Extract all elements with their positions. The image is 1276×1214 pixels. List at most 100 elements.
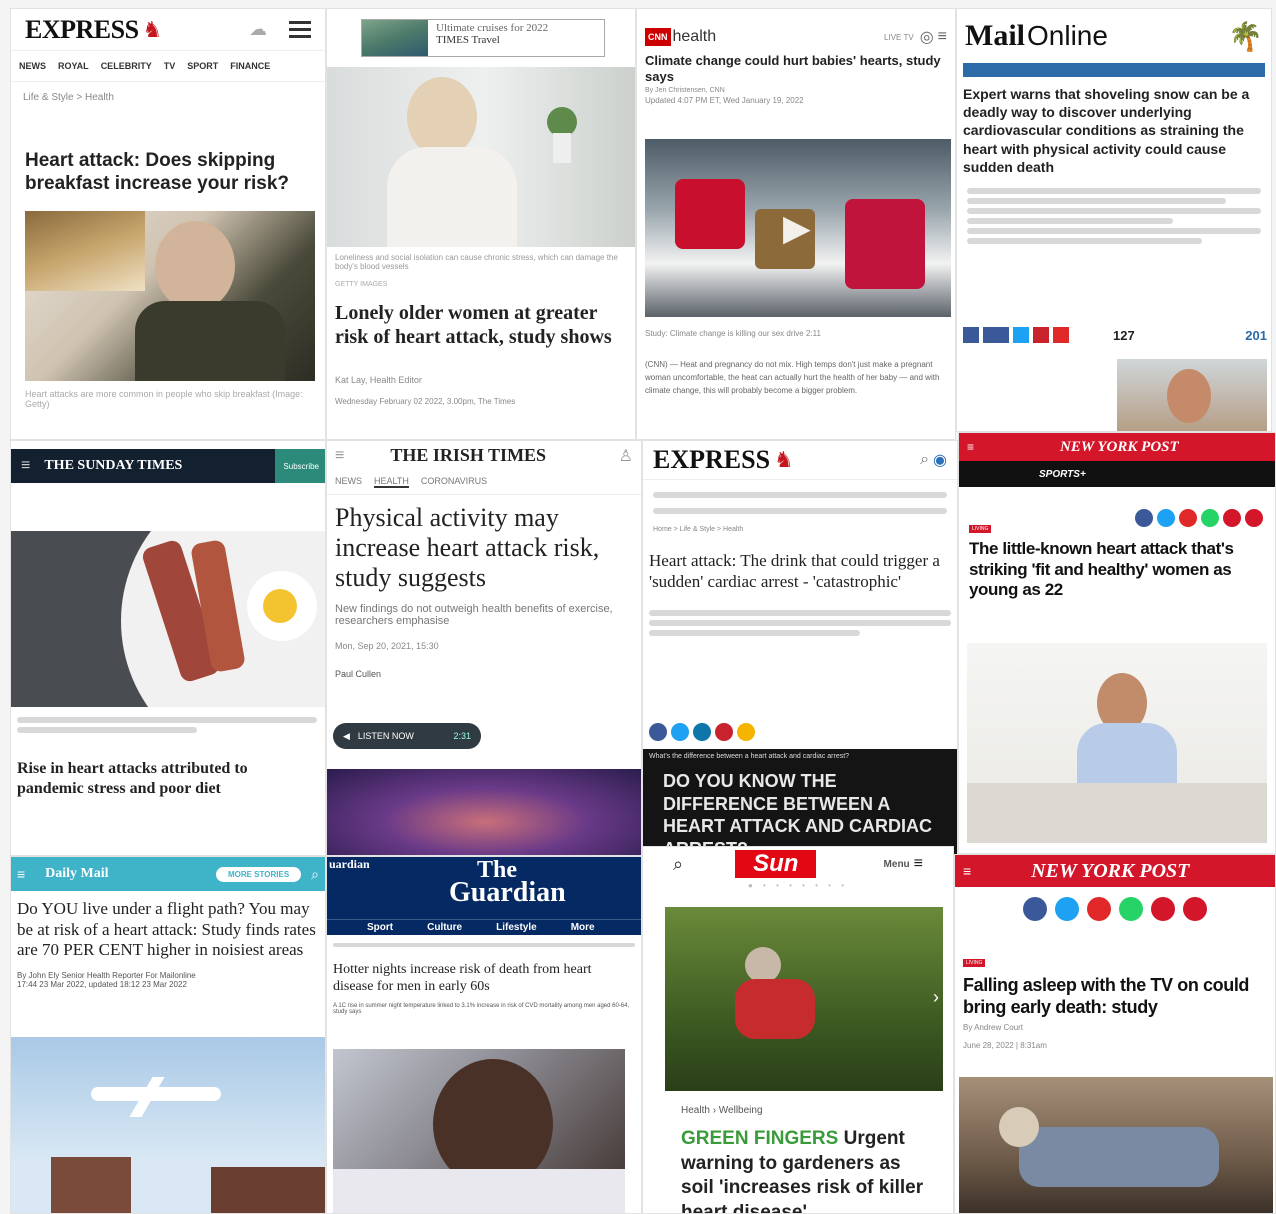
nav-item-news[interactable]: NEWS xyxy=(19,61,46,71)
nav-item-sport[interactable]: SPORT xyxy=(187,61,218,71)
more-stories-button[interactable]: MORE STORIES xyxy=(215,866,302,882)
dailymail-article-tile[interactable]: ≡ Daily Mail MORE STORIES ⌕ Do YOU live … xyxy=(10,856,326,1214)
pinterest-icon[interactable] xyxy=(715,723,733,741)
byline[interactable]: Paul Cullen xyxy=(327,655,641,683)
link-icon[interactable] xyxy=(1183,897,1207,921)
byline[interactable]: By John Ely Senior Health Reporter For M… xyxy=(11,961,325,980)
headline[interactable]: Heart attack: Does skipping breakfast in… xyxy=(25,149,315,195)
nav-item-lifestyle[interactable]: Lifestyle xyxy=(496,922,537,933)
breadcrumb-health[interactable]: Health xyxy=(681,1105,710,1116)
weather-icon[interactable]: ☁ xyxy=(249,19,267,40)
nav-item-news[interactable]: NEWS xyxy=(335,476,362,488)
headline[interactable]: Climate change could hurt babies' hearts… xyxy=(637,53,955,85)
menu-icon[interactable]: ≡ xyxy=(967,440,974,454)
live-tv-link[interactable]: LIVE TV xyxy=(884,33,914,42)
site-logo[interactable]: EXPRESS xyxy=(653,445,770,475)
sports-banner[interactable]: SPORTS+ xyxy=(959,461,1275,487)
cnn-article-tile[interactable]: CNN health LIVE TV ◎ ≡ Climate change co… xyxy=(636,8,956,440)
facebook-icon[interactable] xyxy=(649,723,667,741)
nav-item-royal[interactable]: ROYAL xyxy=(58,61,89,71)
comment-count[interactable]: 201 xyxy=(1245,328,1267,343)
flipboard-icon[interactable] xyxy=(1053,327,1069,343)
subscribe-button[interactable]: Subscribe xyxy=(275,449,325,483)
facebook-icon[interactable] xyxy=(1023,897,1047,921)
nav-item-finance[interactable]: FINANCE xyxy=(230,61,270,71)
nav-item-coronavirus[interactable]: CORONAVIRUS xyxy=(421,476,487,488)
sun-article-tile[interactable]: ⌕ Sun Menu ≡ ● • • • • • • • › Health › … xyxy=(642,846,954,1214)
breadcrumb[interactable]: Life & Style > Health xyxy=(11,82,325,113)
express-article-tile[interactable]: EXPRESS ♞ ☁ NEWS ROYAL CELEBRITY TV SPOR… xyxy=(10,8,326,440)
weather-icon[interactable]: ◉ xyxy=(933,450,947,470)
site-logo[interactable]: health xyxy=(673,28,717,46)
nav-item-culture[interactable]: Culture xyxy=(427,922,462,933)
menu-icon[interactable]: ≡ xyxy=(335,447,344,465)
section-nav[interactable] xyxy=(643,480,957,526)
menu-icon[interactable]: ≡ xyxy=(21,457,30,475)
nypost-women-article-tile[interactable]: ≡ NEW YORK POST SPORTS+ LIVING The littl… xyxy=(958,432,1276,854)
twitter-icon[interactable] xyxy=(1055,897,1079,921)
nav-item-health[interactable]: HEALTH xyxy=(374,476,409,488)
guardian-article-tile[interactable]: uardian The Guardian Sport Culture Lifes… xyxy=(326,856,642,1214)
whatsapp-icon[interactable] xyxy=(1201,509,1219,527)
menu-icon[interactable]: ≡ xyxy=(938,28,947,46)
byline[interactable]: Kat Lay, Health Editor xyxy=(335,375,422,385)
linkedin-icon[interactable] xyxy=(693,723,711,741)
search-icon[interactable]: ⌕ xyxy=(311,866,319,883)
share-icon[interactable] xyxy=(983,327,1009,343)
sub-nav[interactable] xyxy=(327,935,641,955)
headline[interactable]: GREEN FINGERS Urgent warning to gardener… xyxy=(681,1127,935,1213)
section-nav[interactable] xyxy=(963,63,1265,77)
twitter-icon[interactable] xyxy=(1013,327,1029,343)
ad-banner[interactable]: Ultimate cruises for 2022 TIMES Travel xyxy=(361,19,605,57)
nav-item-tv[interactable]: TV xyxy=(164,61,176,71)
sundaytimes-article-tile[interactable]: ≡ THE SUNDAY TIMES Subscribe Rise in hea… xyxy=(10,440,326,856)
search-icon[interactable]: ⌕ xyxy=(920,451,929,469)
site-logo[interactable]: EXPRESS xyxy=(25,15,139,45)
video-player[interactable]: ▶ xyxy=(645,139,951,317)
site-logo[interactable]: THE IRISH TIMES xyxy=(390,445,546,466)
menu-icon[interactable]: ≡ xyxy=(17,866,25,882)
flipboard-icon[interactable] xyxy=(1179,509,1197,527)
nav-item-more[interactable]: More xyxy=(571,922,595,933)
twitter-icon[interactable] xyxy=(671,723,689,741)
site-logo[interactable]: THE SUNDAY TIMES xyxy=(44,458,182,474)
menu-icon[interactable] xyxy=(289,17,311,42)
search-icon[interactable]: ⌕ xyxy=(673,854,683,875)
headline[interactable]: Hotter nights increase risk of death fro… xyxy=(327,955,641,995)
byline[interactable]: By Jen Christensen, CNN xyxy=(637,85,955,96)
nav-item-celebrity[interactable]: CELEBRITY xyxy=(101,61,152,71)
site-logo-guardian[interactable]: Guardian xyxy=(449,877,566,909)
user-icon[interactable]: ♙ xyxy=(619,446,633,466)
breadcrumb[interactable]: Health › Wellbeing xyxy=(681,1105,763,1116)
cnn-logo-icon[interactable]: CNN xyxy=(645,28,671,46)
headline[interactable]: Do YOU live under a flight path? You may… xyxy=(11,891,325,961)
link-icon[interactable] xyxy=(1245,509,1263,527)
site-logo[interactable]: NEW YORK POST xyxy=(1060,439,1179,456)
menu-icon[interactable]: ≡ xyxy=(963,863,971,879)
facebook-icon[interactable] xyxy=(1135,509,1153,527)
pinterest-icon[interactable] xyxy=(1033,327,1049,343)
times-article-tile[interactable]: Ultimate cruises for 2022 TIMES Travel L… xyxy=(326,8,636,440)
nav-item-sport[interactable]: Sport xyxy=(367,922,393,933)
menu-icon[interactable]: ≡ xyxy=(914,855,923,873)
mailonline-article-tile[interactable]: Mail Online 🌴 Expert warns that shovelin… xyxy=(956,8,1272,432)
user-icon[interactable]: ◎ xyxy=(920,27,934,47)
headline[interactable]: Heart attack: The drink that could trigg… xyxy=(643,533,957,592)
email-icon[interactable] xyxy=(737,723,755,741)
headline[interactable]: Falling asleep with the TV on could brin… xyxy=(963,975,1269,1019)
flipboard-icon[interactable] xyxy=(1087,897,1111,921)
headline[interactable]: Lonely older women at greater risk of he… xyxy=(335,301,631,350)
irishtimes-article-tile[interactable]: ≡ THE IRISH TIMES ♙ NEWS HEALTH CORONAVI… xyxy=(326,440,642,856)
section-tag[interactable]: LIVING xyxy=(969,525,992,533)
express-drink-article-tile[interactable]: EXPRESS ♞ ⌕ ◉ Home > Life & Style > Heal… xyxy=(642,440,958,856)
section-tag[interactable]: LIVING xyxy=(963,959,986,967)
twitter-icon[interactable] xyxy=(1157,509,1175,527)
facebook-icon[interactable] xyxy=(963,327,979,343)
breadcrumb[interactable]: Home > Life & Style > Health xyxy=(643,526,957,533)
site-logo-mail[interactable]: Mail xyxy=(965,19,1025,53)
whatsapp-icon[interactable] xyxy=(1119,897,1143,921)
email-icon[interactable] xyxy=(1151,897,1175,921)
carousel-dots[interactable]: ● • • • • • • • xyxy=(643,881,953,890)
headline[interactable]: Rise in heart attacks attributed to pand… xyxy=(17,759,317,798)
headline[interactable]: Expert warns that shoveling snow can be … xyxy=(957,81,1271,180)
